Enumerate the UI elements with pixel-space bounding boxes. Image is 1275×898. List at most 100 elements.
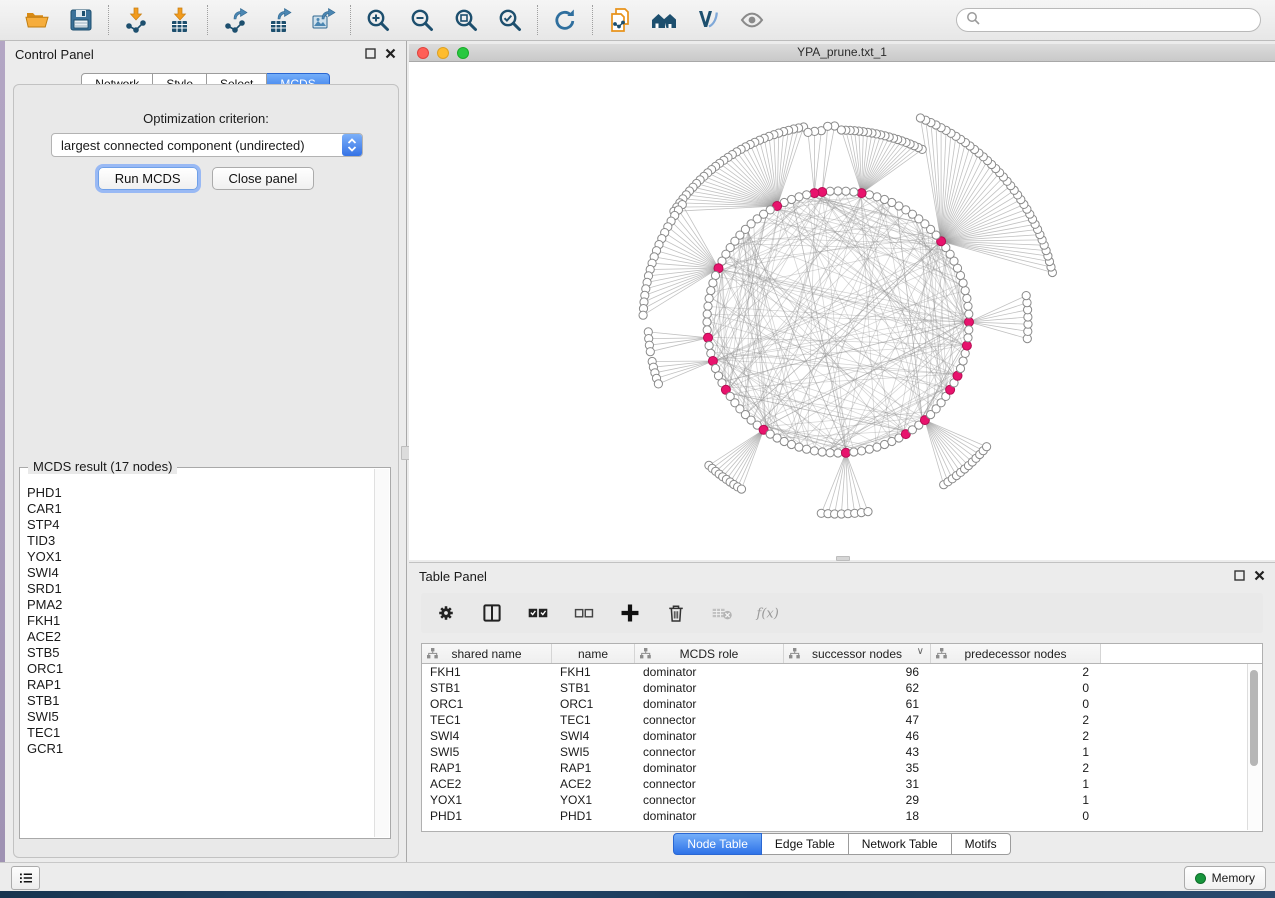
cell-shared-name[interactable]: SWI4 [422, 729, 552, 743]
import-network-button[interactable] [122, 6, 150, 34]
cell-successor-nodes[interactable]: 62 [784, 681, 931, 695]
table-row[interactable]: YOX1YOX1connector291 [422, 792, 1262, 808]
float-table-panel-icon[interactable] [1234, 569, 1245, 584]
table-row[interactable]: STB1STB1dominator620 [422, 680, 1262, 696]
zoom-in-button[interactable] [364, 6, 392, 34]
table-row[interactable]: SWI4SWI4dominator462 [422, 728, 1262, 744]
cell-shared-name[interactable]: PHD1 [422, 809, 552, 823]
cell-successor-nodes[interactable]: 47 [784, 713, 931, 727]
mcds-result-item[interactable]: SWI5 [27, 709, 374, 725]
save-session-button[interactable] [67, 6, 95, 34]
cell-predecessor-nodes[interactable]: 2 [931, 761, 1101, 775]
mcds-result-item[interactable]: RAP1 [27, 677, 374, 693]
tab-network-table[interactable]: Network Table [849, 833, 952, 855]
show-hide-button[interactable] [738, 6, 766, 34]
cell-shared-name[interactable]: ACE2 [422, 777, 552, 791]
tab-node-table[interactable]: Node Table [673, 833, 762, 855]
mcds-result-list[interactable]: PHD1CAR1STP4TID3YOX1SWI4SRD1PMA2FKH1ACE2… [21, 478, 374, 837]
table-row[interactable]: RAP1RAP1dominator352 [422, 760, 1262, 776]
column-header-predecessor-nodes[interactable]: predecessor nodes [931, 644, 1101, 663]
settings-button[interactable] [433, 600, 459, 626]
cell-successor-nodes[interactable]: 96 [784, 665, 931, 679]
cell-predecessor-nodes[interactable]: 1 [931, 745, 1101, 759]
cell-MCDS-role[interactable]: connector [635, 713, 784, 727]
import-table-button[interactable] [166, 6, 194, 34]
cell-MCDS-role[interactable]: connector [635, 745, 784, 759]
apply-layout-button[interactable] [551, 6, 579, 34]
search-box[interactable] [956, 8, 1261, 32]
mcds-result-item[interactable]: STP4 [27, 517, 374, 533]
zoom-selected-button[interactable] [496, 6, 524, 34]
cell-name[interactable]: ORC1 [552, 697, 635, 711]
cell-MCDS-role[interactable]: dominator [635, 761, 784, 775]
mcds-result-item[interactable]: TEC1 [27, 725, 374, 741]
table-row[interactable]: SWI5SWI5connector431 [422, 744, 1262, 760]
show-columns-button[interactable] [479, 600, 505, 626]
cell-predecessor-nodes[interactable]: 1 [931, 777, 1101, 791]
cell-MCDS-role[interactable]: dominator [635, 681, 784, 695]
open-file-button[interactable] [23, 6, 51, 34]
mcds-result-scrollbar[interactable] [374, 469, 389, 837]
cell-successor-nodes[interactable]: 43 [784, 745, 931, 759]
table-row[interactable]: ACE2ACE2connector311 [422, 776, 1262, 792]
mcds-result-item[interactable]: CAR1 [27, 501, 374, 517]
cell-shared-name[interactable]: SWI5 [422, 745, 552, 759]
mcds-result-item[interactable]: STB1 [27, 693, 374, 709]
cell-predecessor-nodes[interactable]: 2 [931, 713, 1101, 727]
table-row[interactable]: TEC1TEC1connector472 [422, 712, 1262, 728]
cell-name[interactable]: SWI5 [552, 745, 635, 759]
cell-successor-nodes[interactable]: 46 [784, 729, 931, 743]
cell-name[interactable]: STB1 [552, 681, 635, 695]
mcds-result-item[interactable]: ORC1 [27, 661, 374, 677]
vizmapper-off-button[interactable] [694, 6, 722, 34]
mcds-result-item[interactable]: PMA2 [27, 597, 374, 613]
mcds-result-item[interactable]: GCR1 [27, 741, 374, 757]
table-row[interactable]: ORC1ORC1dominator610 [422, 696, 1262, 712]
table-row[interactable]: FKH1FKH1dominator962 [422, 664, 1262, 680]
cell-name[interactable]: FKH1 [552, 665, 635, 679]
mcds-result-item[interactable]: TID3 [27, 533, 374, 549]
cell-shared-name[interactable]: STB1 [422, 681, 552, 695]
float-panel-icon[interactable] [365, 47, 376, 62]
cell-shared-name[interactable]: RAP1 [422, 761, 552, 775]
table-splitter-handle[interactable] [836, 556, 850, 561]
mcds-result-item[interactable]: SWI4 [27, 565, 374, 581]
column-header-name[interactable]: name [552, 644, 635, 663]
close-table-panel-icon[interactable] [1254, 569, 1265, 584]
tab-motifs[interactable]: Motifs [952, 833, 1011, 855]
cell-shared-name[interactable]: TEC1 [422, 713, 552, 727]
cell-name[interactable]: RAP1 [552, 761, 635, 775]
cell-predecessor-nodes[interactable]: 0 [931, 697, 1101, 711]
close-panel-icon[interactable] [385, 47, 396, 62]
export-image-button[interactable] [309, 6, 337, 34]
cell-name[interactable]: PHD1 [552, 809, 635, 823]
cell-predecessor-nodes[interactable]: 1 [931, 793, 1101, 807]
cell-predecessor-nodes[interactable]: 2 [931, 665, 1101, 679]
cell-predecessor-nodes[interactable]: 2 [931, 729, 1101, 743]
mcds-result-item[interactable]: PHD1 [27, 485, 374, 501]
network-graph[interactable] [409, 62, 1275, 560]
clone-network-button[interactable] [606, 6, 634, 34]
memory-button[interactable]: Memory [1184, 866, 1266, 890]
cell-MCDS-role[interactable]: dominator [635, 697, 784, 711]
export-table-button[interactable] [265, 6, 293, 34]
tab-edge-table[interactable]: Edge Table [762, 833, 849, 855]
cell-shared-name[interactable]: ORC1 [422, 697, 552, 711]
zoom-out-button[interactable] [408, 6, 436, 34]
cell-MCDS-role[interactable]: dominator [635, 729, 784, 743]
search-input[interactable] [986, 12, 1251, 28]
cell-predecessor-nodes[interactable]: 0 [931, 681, 1101, 695]
cell-name[interactable]: ACE2 [552, 777, 635, 791]
cell-successor-nodes[interactable]: 29 [784, 793, 931, 807]
mcds-result-item[interactable]: STB5 [27, 645, 374, 661]
cell-MCDS-role[interactable]: dominator [635, 809, 784, 823]
network-window-titlebar[interactable]: YPA_prune.txt_1 [409, 44, 1275, 62]
mcds-result-item[interactable]: FKH1 [27, 613, 374, 629]
cell-shared-name[interactable]: YOX1 [422, 793, 552, 807]
zoom-fit-button[interactable] [452, 6, 480, 34]
criterion-dropdown[interactable]: largest connected component (undirected) [51, 133, 363, 157]
cell-name[interactable]: TEC1 [552, 713, 635, 727]
mcds-result-item[interactable]: SRD1 [27, 581, 374, 597]
close-panel-button[interactable]: Close panel [212, 167, 315, 190]
cell-name[interactable]: SWI4 [552, 729, 635, 743]
